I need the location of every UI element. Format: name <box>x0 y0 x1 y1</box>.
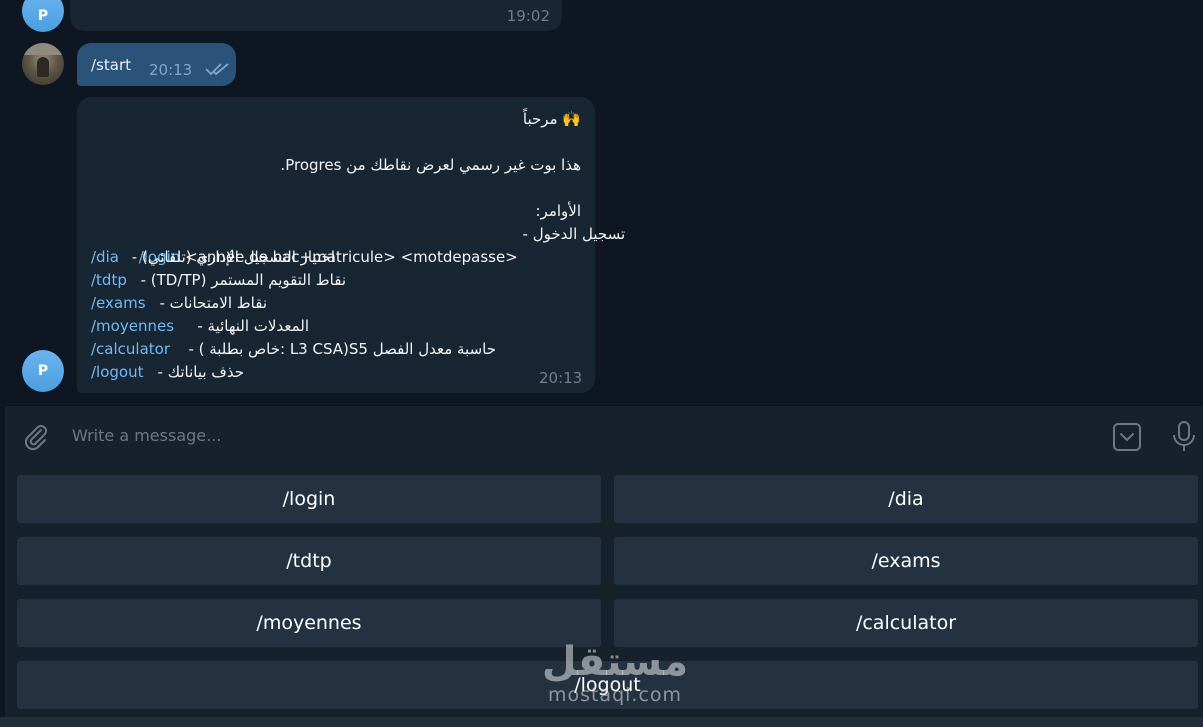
command-link-tdtp[interactable]: /tdtp <box>91 269 127 292</box>
message-bubble-incoming[interactable]: 🙌 مرحباً هذا بوت غير رسمي لعرض نقاطك من … <box>77 97 625 393</box>
double-check-icon <box>205 63 229 76</box>
keyboard-button-calculator[interactable]: /calculator <box>614 599 1198 647</box>
keyboard-button-moyennes[interactable]: /moyennes <box>17 599 601 647</box>
command-line-tdtp: /tdtp نقاط التقويم المستمر (TD/TP) - <box>91 269 581 292</box>
command-description: المعدلات النهائية - <box>192 317 309 335</box>
message-input-bar: Write a message... <box>5 405 1203 465</box>
command-description: حاسبة معدل الفصل S5(L3 CSA :خاص بطلبة ) … <box>183 340 496 358</box>
command-description: تسجيل الدخول - <box>517 225 626 243</box>
bot-keyboard: /login /dia /tdtp /exams /moyennes /calc… <box>5 465 1203 727</box>
command-link-dia[interactable]: /dia <box>91 246 119 269</box>
avatar-photo-sky <box>22 43 64 55</box>
avatar-letter: P <box>37 8 49 24</box>
keyboard-button-exams[interactable]: /exams <box>614 537 1198 585</box>
user-avatar[interactable] <box>22 43 64 85</box>
paperclip-icon[interactable] <box>21 422 51 452</box>
command-link-moyennes[interactable]: /moyennes <box>91 315 174 338</box>
command-line-moyennes: /moyennes المعدلات النهائية - <box>91 315 581 338</box>
microphone-icon[interactable] <box>1171 420 1197 454</box>
keyboard-button-tdtp[interactable]: /tdtp <box>17 537 601 585</box>
message-bubble-outgoing[interactable]: /start 20:13 <box>77 43 236 86</box>
command-line-logout: /logout حذف بياناتك - <box>91 361 581 384</box>
keyboard-button-login[interactable]: /login <box>17 475 601 523</box>
command-line-login: /login <année de bac+matricule> <motdepa… <box>91 223 625 266</box>
command-link-calculator[interactable]: /calculator <box>91 338 170 361</box>
command-description: حذف بياناتك - <box>152 363 244 381</box>
command-link-exams[interactable]: /exams <box>91 292 146 315</box>
intro-line: هذا بوت غير رسمي لعرض نقاطك من Progres. <box>280 156 581 174</box>
keyboard-toggle-icon[interactable] <box>1112 422 1142 452</box>
message-time: 20:13 <box>149 61 193 79</box>
message-time: 20:13 <box>539 369 583 387</box>
message-body: 🙌 مرحباً هذا بوت غير رسمي لعرض نقاطك من … <box>91 108 625 384</box>
chat-area: 19:02 P /start 20:13 🙌 مرحباً هذا بوت غي… <box>0 0 1203 405</box>
command-line-calculator: /calculator حاسبة معدل الفصل S5(L3 CSA :… <box>91 338 581 361</box>
keyboard-button-logout[interactable]: /logout <box>17 661 1198 709</box>
greeting-line: 🙌 مرحباً <box>522 110 581 128</box>
bot-avatar[interactable]: P <box>22 350 64 392</box>
message-time: 19:02 <box>506 7 550 25</box>
command-description: نقاط الامتحانات - <box>154 294 267 312</box>
command-left: /login <année de bac+matricule> <motdepa… <box>91 223 518 266</box>
command-link-logout[interactable]: /logout <box>91 361 144 384</box>
command-line-exams: /exams نقاط الامتحانات - <box>91 292 581 315</box>
command-description: نقاط التقويم المستمر (TD/TP) - <box>135 271 346 289</box>
commands-header: الأوامر: <box>535 202 582 220</box>
message-bubble-previous: 19:02 <box>70 0 562 31</box>
command-description: اختيار التسجيل الإداري (تلقائي) - <box>126 248 335 266</box>
avatar-photo-figure <box>37 57 49 77</box>
scrollbar[interactable] <box>1197 0 1203 405</box>
keyboard-button-dia[interactable]: /dia <box>614 475 1198 523</box>
bottom-strip <box>0 717 1203 727</box>
avatar-letter: P <box>37 363 49 379</box>
message-input[interactable]: Write a message... <box>72 426 221 445</box>
message-text: /start <box>91 56 131 74</box>
bot-avatar[interactable]: P <box>22 0 64 32</box>
